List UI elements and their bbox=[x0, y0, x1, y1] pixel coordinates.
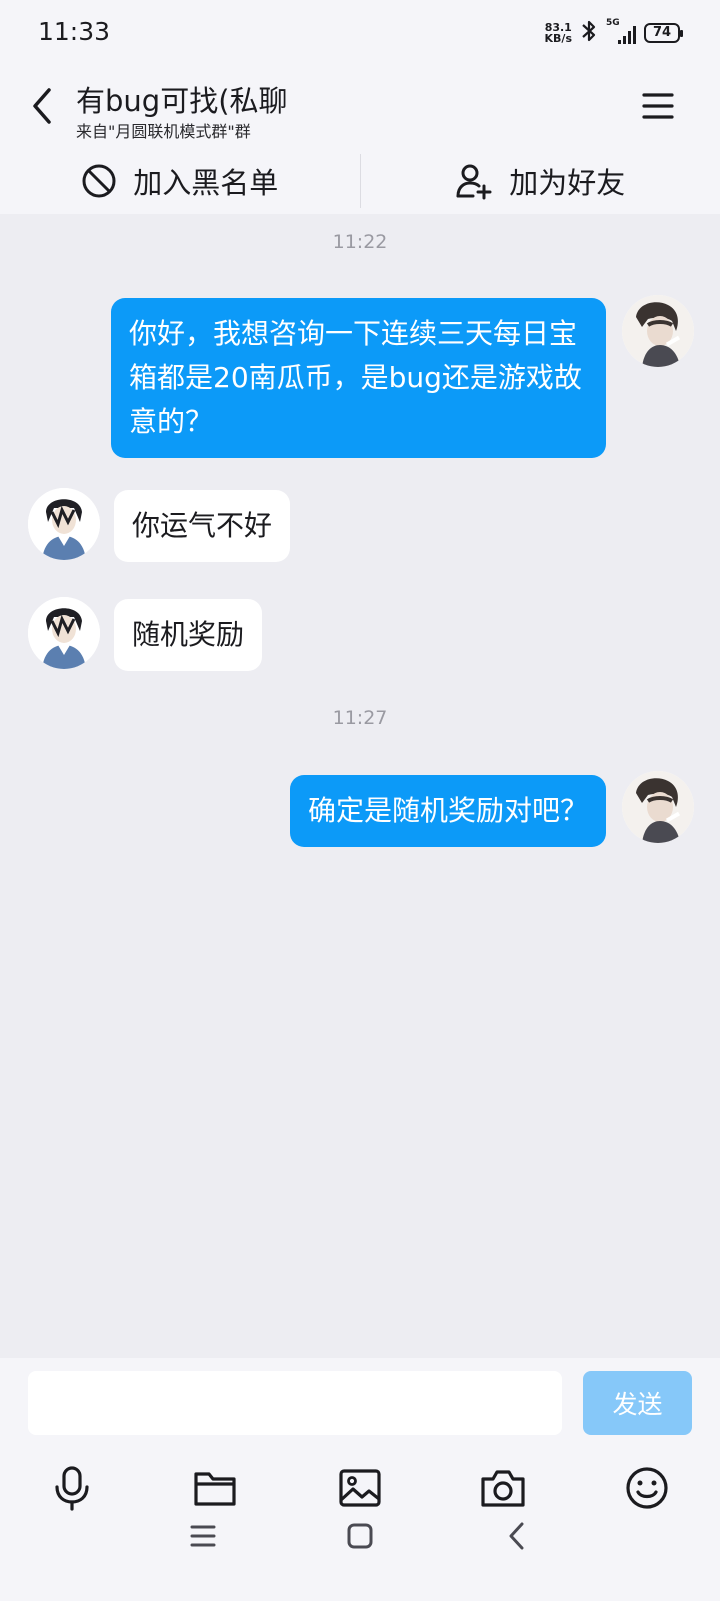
home-button[interactable] bbox=[335, 1511, 385, 1561]
hamburger-menu-icon bbox=[642, 93, 674, 119]
add-friend-label: 加为好友 bbox=[509, 166, 626, 200]
status-bar: 11:33 83.1 KB/s 5G 74 bbox=[0, 0, 720, 64]
self-avatar-image bbox=[622, 771, 694, 843]
contact-avatar-image bbox=[28, 488, 100, 560]
signal-icon: 5G bbox=[606, 18, 636, 44]
add-user-icon bbox=[456, 164, 492, 200]
status-time: 11:33 bbox=[38, 17, 111, 46]
system-nav-bar bbox=[0, 1495, 720, 1601]
nav-back-button[interactable] bbox=[492, 1511, 542, 1561]
home-icon bbox=[347, 1523, 373, 1549]
contact-avatar[interactable] bbox=[28, 597, 100, 669]
message-timestamp: 11:27 bbox=[332, 707, 388, 729]
status-indicators: 83.1 KB/s 5G 74 bbox=[545, 18, 683, 48]
network-speed-unit: KB/s bbox=[544, 32, 572, 45]
incoming-message[interactable]: 随机奖励 bbox=[114, 599, 263, 671]
back-icon bbox=[509, 1522, 524, 1550]
bluetooth-icon bbox=[580, 19, 598, 47]
chevron-left-icon bbox=[33, 88, 51, 124]
self-avatar[interactable] bbox=[622, 295, 694, 367]
battery-indicator: 74 bbox=[644, 23, 683, 43]
recent-apps-button[interactable] bbox=[178, 1511, 228, 1561]
self-avatar[interactable] bbox=[622, 771, 694, 843]
block-icon bbox=[82, 164, 116, 198]
incoming-message[interactable]: 你运气不好 bbox=[114, 490, 291, 562]
add-to-blacklist-button[interactable]: 加入黑名单 bbox=[0, 148, 360, 214]
message-input[interactable] bbox=[28, 1371, 562, 1435]
add-friend-button[interactable]: 加为好友 bbox=[361, 148, 720, 214]
outgoing-message[interactable]: 你好，我想咨询一下连续三天每日宝箱都是20南瓜币，是bug还是游戏故意的？ bbox=[111, 298, 606, 458]
network-type: 5G bbox=[606, 18, 620, 28]
network-speed: 83.1 KB/s bbox=[545, 22, 572, 44]
contact-avatar[interactable] bbox=[28, 488, 100, 560]
message-timestamp: 11:22 bbox=[332, 231, 388, 253]
send-button[interactable]: 发送 bbox=[583, 1371, 692, 1435]
back-button[interactable] bbox=[22, 84, 62, 128]
chat-header: 有bug可找(私聊 来自"月圆联机模式群"群 bbox=[0, 64, 720, 148]
action-bar: 加入黑名单 加为好友 bbox=[0, 148, 720, 214]
chat-subtitle: 来自"月圆联机模式群"群 bbox=[76, 122, 251, 141]
blacklist-label: 加入黑名单 bbox=[133, 166, 279, 200]
recent-apps-icon bbox=[190, 1525, 216, 1547]
menu-button[interactable] bbox=[640, 86, 676, 126]
contact-avatar-image bbox=[28, 597, 100, 669]
self-avatar-image bbox=[622, 295, 694, 367]
chat-title: 有bug可找(私聊 bbox=[76, 84, 288, 118]
outgoing-message[interactable]: 确定是随机奖励对吧？ bbox=[289, 775, 606, 847]
